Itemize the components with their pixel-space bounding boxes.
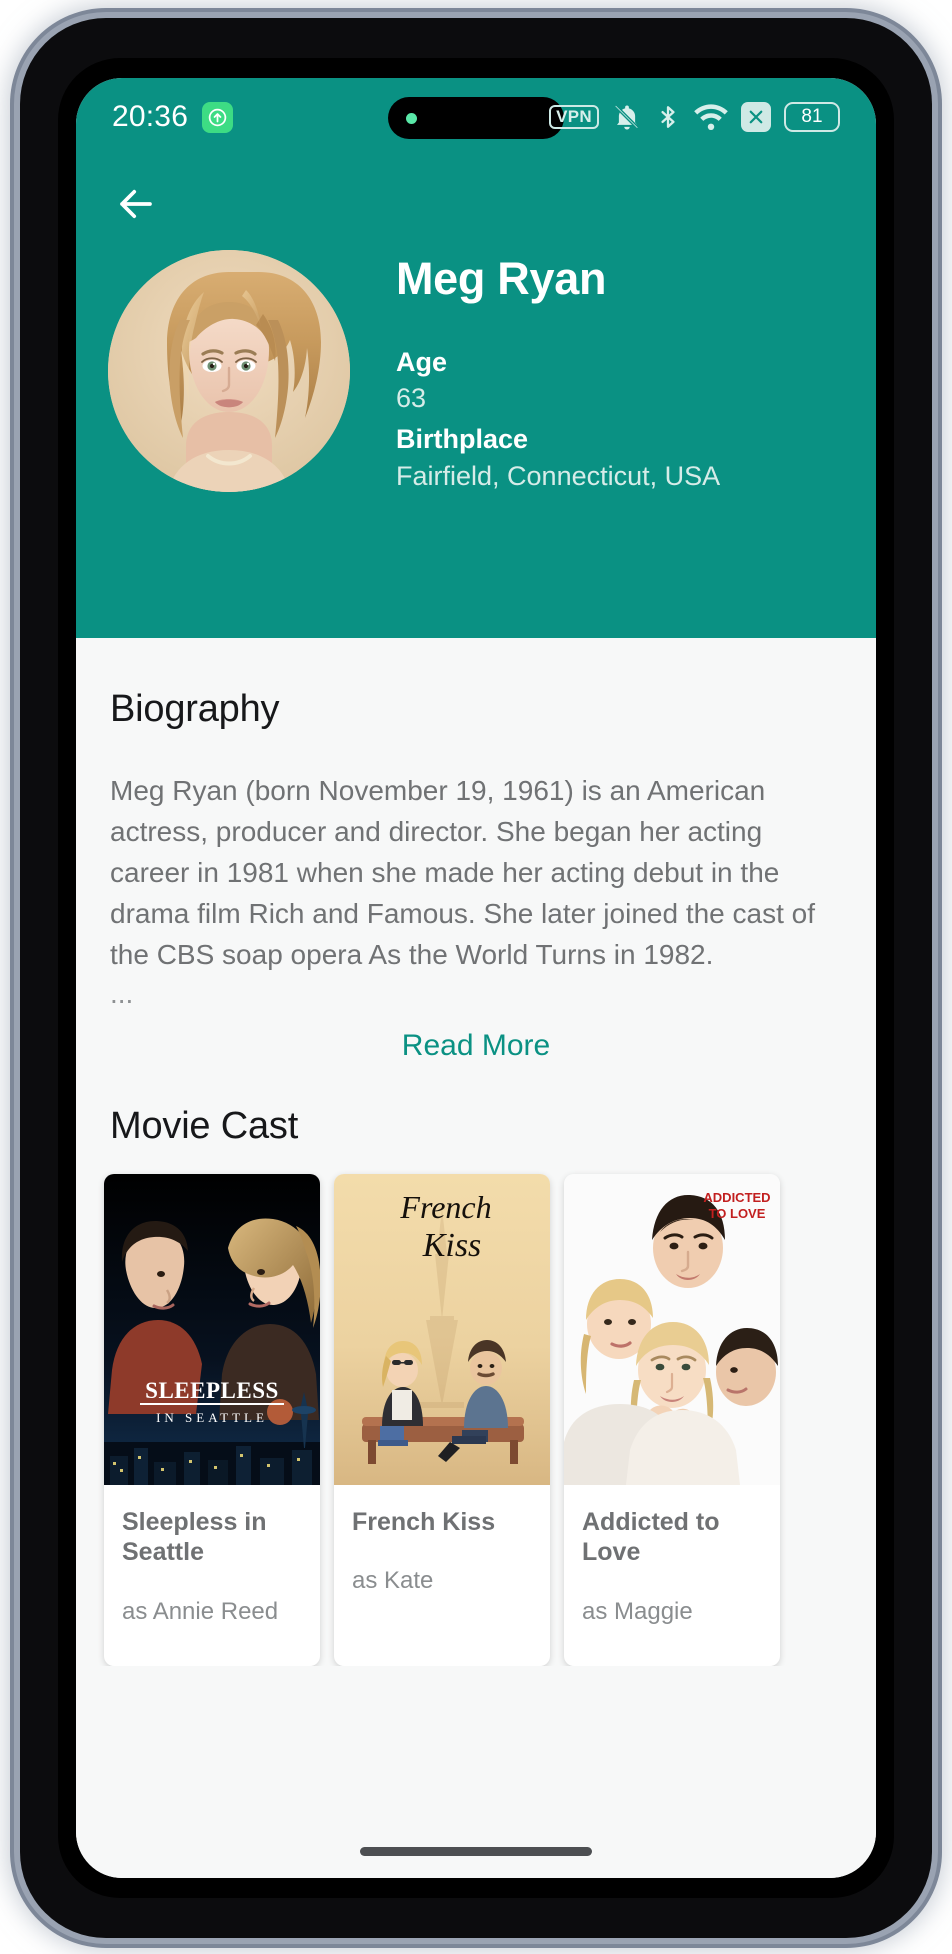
- back-arrow-icon[interactable]: [104, 172, 168, 236]
- status-bar-right: VPN 81: [549, 102, 840, 132]
- svg-text:Kiss: Kiss: [422, 1227, 482, 1264]
- movie-role: as Maggie: [582, 1597, 693, 1625]
- camera-lens-dot: [406, 112, 417, 124]
- profile-details: Meg Ryan Age 63 Birthplace Fairfield, Co…: [350, 250, 848, 499]
- read-more-button[interactable]: Read More: [76, 1011, 876, 1063]
- movie-role: as Annie Reed: [122, 1597, 279, 1625]
- status-clock: 20:36: [112, 100, 189, 133]
- status-bar-left: 20:36: [112, 100, 234, 134]
- svg-text:French: French: [399, 1189, 491, 1225]
- upload-circle-icon: [202, 101, 234, 133]
- field-age-value: 63: [396, 382, 427, 413]
- phone-bezel: 20:36 VPN 81 Meg Ryan Age 63 Birthplace …: [58, 58, 894, 1898]
- no-sim-x-icon: [741, 102, 771, 132]
- biography-heading: Biography: [110, 688, 280, 730]
- sleepless-in-seattle-poster: SLEEPLESS IN SEATTLE: [104, 1173, 320, 1485]
- movie-card-text: Addicted to Love as Maggie: [564, 1485, 780, 1626]
- status-bar: 20:36 VPN 81: [76, 78, 876, 156]
- field-age: Age 63: [396, 344, 848, 417]
- movie-cast-carousel[interactable]: SLEEPLESS IN SEATTLE Sleepless in Seattl…: [76, 1148, 876, 1666]
- field-birthplace-value: Fairfield, Connecticut, USA: [396, 460, 721, 491]
- page-title: Meg Ryan: [396, 253, 607, 304]
- bluetooth-icon: [655, 102, 681, 132]
- home-gesture-bar[interactable]: [360, 1847, 592, 1856]
- wifi-icon: [694, 103, 728, 131]
- bell-muted-icon: [612, 102, 642, 132]
- movie-card[interactable]: French Kiss French Kiss as Kate: [334, 1173, 550, 1666]
- field-age-label: Age: [396, 346, 448, 377]
- field-birthplace: Birthplace Fairfield, Connecticut, USA: [396, 421, 848, 494]
- vpn-badge: VPN: [549, 104, 599, 130]
- svg-text:ADDICTED: ADDICTED: [703, 1190, 770, 1205]
- movie-title: Sleepless in Seattle: [122, 1507, 267, 1567]
- movie-card[interactable]: SLEEPLESS IN SEATTLE Sleepless in Seattl…: [104, 1173, 320, 1666]
- biography-text: Meg Ryan (born November 19, 1961) is an …: [110, 775, 816, 970]
- movie-card-text: French Kiss as Kate: [334, 1485, 550, 1596]
- movie-role: as Kate: [352, 1567, 434, 1595]
- movie-title: French Kiss: [352, 1507, 496, 1536]
- camera-punch-hole: [388, 97, 564, 139]
- svg-text:SLEEPLESS: SLEEPLESS: [145, 1378, 279, 1403]
- svg-text:TO LOVE: TO LOVE: [709, 1206, 766, 1221]
- profile-summary: Meg Ryan Age 63 Birthplace Fairfield, Co…: [76, 250, 876, 499]
- movie-card[interactable]: ADDICTED TO LOVE Addicted to Love as Mag…: [564, 1173, 780, 1666]
- movie-title: Addicted to Love: [582, 1507, 720, 1567]
- avatar: [108, 250, 350, 492]
- phone-screen: 20:36 VPN 81 Meg Ryan Age 63 Birthplace …: [76, 78, 876, 1878]
- french-kiss-poster: French Kiss: [334, 1173, 550, 1485]
- movie-card-text: Sleepless in Seattle as Annie Reed: [104, 1485, 320, 1626]
- phone-device-frame: 20:36 VPN 81 Meg Ryan Age 63 Birthplace …: [20, 18, 932, 1938]
- battery-indicator: 81: [784, 102, 840, 132]
- field-birthplace-label: Birthplace: [396, 424, 529, 455]
- svg-text:IN SEATTLE: IN SEATTLE: [156, 1410, 268, 1425]
- biography-truncation-ellipsis: ...: [110, 978, 134, 1010]
- movie-cast-heading: Movie Cast: [110, 1104, 299, 1147]
- content-scroll-area[interactable]: Biography Meg Ryan (born November 19, 19…: [76, 638, 876, 1878]
- addicted-to-love-poster: ADDICTED TO LOVE: [564, 1173, 780, 1485]
- profile-header: Meg Ryan Age 63 Birthplace Fairfield, Co…: [76, 156, 876, 638]
